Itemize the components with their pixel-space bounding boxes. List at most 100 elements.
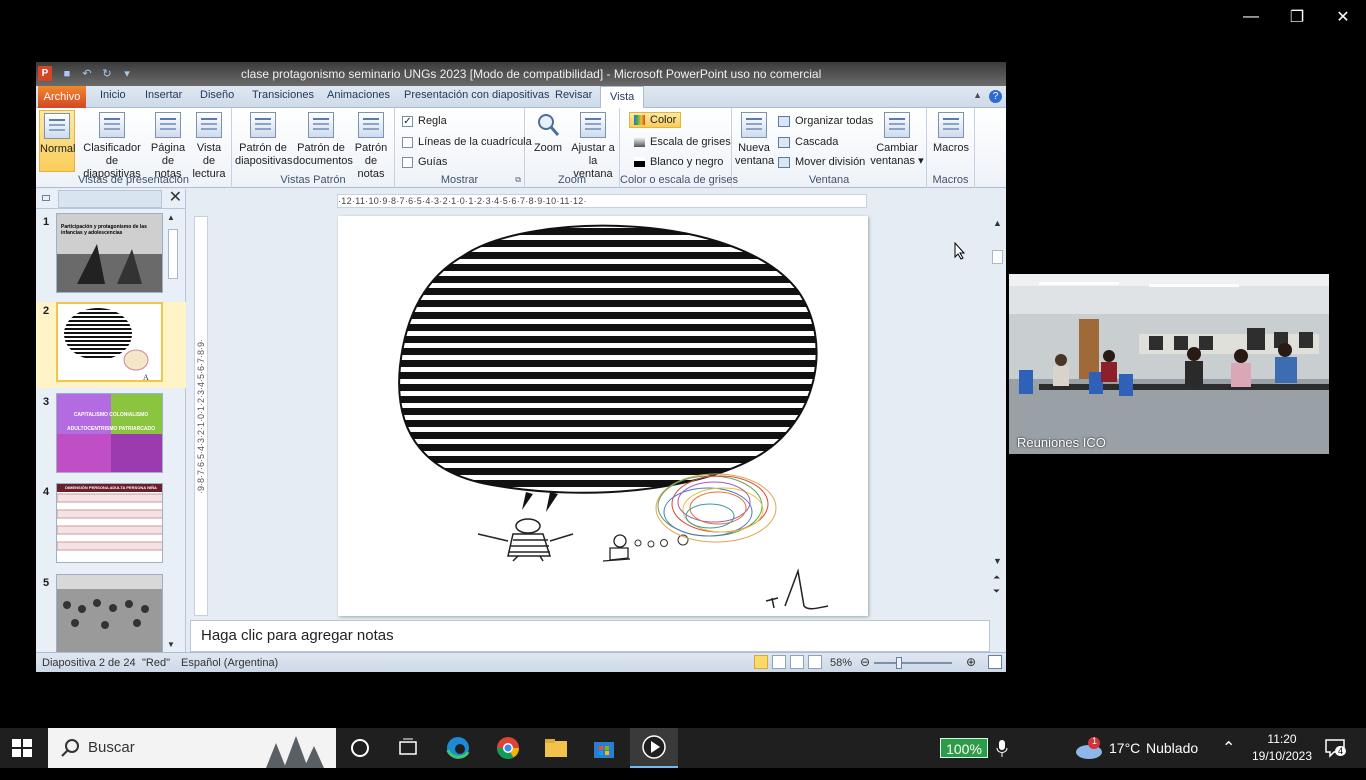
ruler-label: Regla	[418, 115, 447, 127]
chevron-up-icon[interactable]: ⌃	[1222, 738, 1235, 778]
notes-pane[interactable]: Haga clic para agregar notas	[190, 620, 990, 652]
slide-scrollbar[interactable]: ▲ ▼ ⏶ ⏷	[991, 216, 1005, 626]
task-view-icon[interactable]	[394, 734, 422, 762]
slide-thumbnail[interactable]: 3 CAPITALISMO COLONIALISMO ADULTOCENTRIS…	[36, 393, 186, 479]
thought-bubble-dots	[634, 534, 689, 548]
slide-thumbnail[interactable]: 4 DIMENSIÓN PERSONA ADULTA PERSONA NIÑA	[36, 483, 186, 569]
scroll-up-icon[interactable]: ▲	[167, 213, 175, 222]
weather-badge: 1	[1092, 736, 1098, 746]
close-pane-icon[interactable]: ✕	[169, 190, 182, 206]
handout-master-button[interactable]: Patrón de documentos	[293, 110, 353, 168]
notification-center-icon[interactable]: 4	[1324, 738, 1347, 778]
zoom-out-icon[interactable]: ⊖	[860, 655, 870, 669]
color-button[interactable]: Color	[629, 112, 682, 128]
weather-condition[interactable]: Nublado	[1146, 740, 1198, 780]
powerpoint-app-icon[interactable]: P	[38, 66, 52, 81]
dialog-launcher-icon[interactable]: ⧉	[515, 175, 521, 185]
tab-inicio[interactable]: Inicio	[100, 89, 126, 101]
weather-cloud-icon[interactable]: 1	[1074, 736, 1106, 776]
slide-master-button[interactable]: Patrón de diapositivas	[235, 110, 292, 168]
notes-page-button[interactable]: Página de notas	[148, 110, 188, 181]
new-window-button[interactable]: Nueva ventana	[735, 110, 774, 168]
zoom-button[interactable]: Zoom	[529, 110, 567, 155]
slide-sorter-button[interactable]: Clasificador de diapositivas	[78, 110, 146, 181]
theme-name: "Red"	[142, 657, 170, 669]
guides-checkbox[interactable]: Guías	[402, 156, 447, 168]
chrome-browser-icon[interactable]	[494, 734, 522, 762]
restore-button[interactable]: ❐	[1274, 0, 1320, 34]
macros-button[interactable]: Macros	[931, 110, 971, 155]
svg-text:A: A	[143, 373, 149, 382]
outline-tab[interactable]	[58, 190, 162, 208]
video-participant-tile[interactable]: Reuniones ICO	[1009, 274, 1329, 454]
switch-windows-button[interactable]: Cambiar ventanas ▾	[870, 110, 924, 168]
reading-view-icon[interactable]	[790, 655, 804, 669]
media-player-icon[interactable]	[630, 728, 678, 768]
taskbar: Buscar 100% 1 17°C Nublado ⌃ 11:20 19/10…	[0, 728, 1366, 768]
slide-thumbnail[interactable]: 1 Participación y protagonismo de las in…	[36, 213, 186, 299]
microsoft-store-icon[interactable]	[590, 734, 618, 762]
language-indicator[interactable]: Español (Argentina)	[181, 657, 278, 669]
slideshow-icon[interactable]	[808, 655, 822, 669]
temperature[interactable]: 17°C	[1109, 740, 1140, 780]
normal-view-icon[interactable]	[754, 655, 768, 669]
slide-sorter-icon[interactable]	[772, 655, 786, 669]
minimize-ribbon-icon[interactable]: ▲	[973, 90, 982, 100]
tab-vista[interactable]: Vista	[600, 86, 645, 109]
cascade-button[interactable]: Cascada	[778, 136, 838, 148]
zoom-level[interactable]: 58%	[830, 657, 852, 669]
thumbnails-scrollbar[interactable]: ▲ ▼	[167, 213, 179, 649]
undo-icon[interactable]: ↶	[80, 67, 94, 81]
arrange-all-button[interactable]: Organizar todas	[778, 115, 873, 127]
tab-revisar[interactable]: Revisar	[555, 89, 592, 101]
slide-counter: Diapositiva 2 de 24	[42, 657, 136, 669]
edge-browser-icon[interactable]	[444, 734, 472, 762]
group-vistas-patron: Patrón de diapositivas Patrón de documen…	[232, 108, 395, 188]
fit-slide-icon[interactable]	[988, 655, 1002, 669]
tab-animaciones[interactable]: Animaciones	[327, 89, 390, 101]
zoom-slider[interactable]: ⊖ ⊕	[858, 655, 976, 669]
ruler-checkbox[interactable]: ✓ Regla	[402, 115, 447, 127]
help-icon[interactable]: ?	[989, 90, 1002, 103]
cortana-icon[interactable]	[346, 734, 374, 762]
customize-qat-icon[interactable]: ▾	[120, 67, 134, 81]
normal-view-button[interactable]: Normal	[39, 110, 75, 172]
slide-canvas[interactable]	[338, 216, 868, 616]
gridlines-checkbox[interactable]: Líneas de la cuadrícula	[402, 136, 532, 148]
file-explorer-icon[interactable]	[542, 734, 570, 762]
scroll-thumb[interactable]	[168, 229, 178, 279]
move-split-button[interactable]: Mover división	[778, 156, 865, 168]
zoom-knob[interactable]	[896, 657, 902, 669]
slide-thumbnail-selected[interactable]: 2 A	[36, 302, 186, 388]
minimize-button[interactable]: —	[1228, 0, 1274, 34]
scroll-up-icon[interactable]: ▲	[993, 218, 1002, 228]
tab-insertar[interactable]: Insertar	[145, 89, 182, 101]
reading-view-button[interactable]: Vista de lectura	[190, 110, 228, 181]
zoom-in-icon[interactable]: ⊕	[966, 655, 976, 669]
clock[interactable]: 11:20 19/10/2023	[1248, 731, 1316, 771]
scroll-down-icon[interactable]: ▼	[167, 640, 175, 649]
previous-slide-icon[interactable]: ⏶	[993, 572, 1000, 583]
tab-presentacion[interactable]: Presentación con diapositivas	[404, 89, 550, 101]
microphone-icon[interactable]	[996, 738, 1008, 778]
close-button[interactable]: ✕	[1320, 0, 1366, 34]
taskbar-search-box[interactable]: Buscar	[48, 728, 336, 768]
next-slide-icon[interactable]: ⏷	[993, 586, 1000, 597]
tab-archivo[interactable]: Archivo	[38, 86, 86, 108]
scroll-down-icon[interactable]: ▼	[993, 556, 1002, 566]
tab-transiciones[interactable]: Transiciones	[252, 89, 314, 101]
tab-diseno[interactable]: Diseño	[200, 89, 234, 101]
black-white-button[interactable]: Blanco y negro	[634, 156, 723, 168]
battery-indicator[interactable]: 100%	[940, 738, 988, 758]
slide-thumbnail[interactable]: 5	[36, 574, 186, 660]
save-icon[interactable]: ■	[60, 67, 74, 81]
slide-number: 5	[43, 577, 50, 589]
redo-icon[interactable]: ↻	[100, 67, 114, 81]
fit-window-button[interactable]: Ajustar a la ventana	[569, 110, 617, 181]
slides-tab-icon[interactable]	[42, 195, 50, 201]
windows-start-icon[interactable]	[12, 739, 32, 757]
grayscale-button[interactable]: Escala de grises	[634, 136, 731, 148]
reading-view-icon	[196, 112, 222, 138]
scroll-thumb[interactable]	[992, 250, 1003, 264]
notes-master-button[interactable]: Patrón de notas	[351, 110, 391, 181]
